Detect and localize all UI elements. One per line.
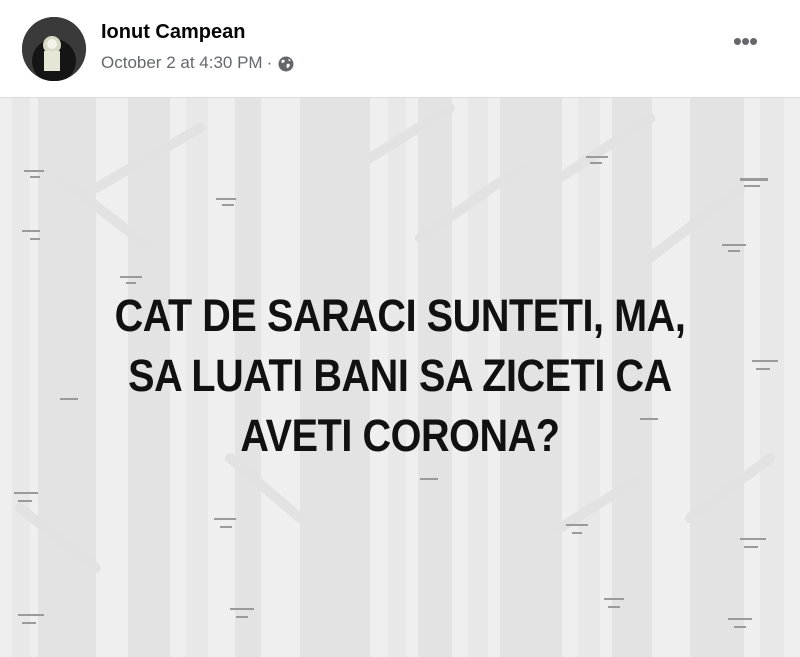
caption-line: AVETI CORONA?: [240, 410, 560, 461]
more-options-button[interactable]: •••: [722, 26, 768, 66]
author-avatar[interactable]: [22, 17, 86, 81]
post-image[interactable]: CAT DE SARACI SUNTETI, MA, SA LUATI BANI…: [0, 98, 800, 657]
caption-line: CAT DE SARACI SUNTETI, MA,: [114, 290, 686, 341]
post-timestamp[interactable]: October 2 at 4:30 PM: [101, 51, 263, 75]
meta-separator: ·: [266, 53, 273, 72]
facebook-post: Ionut Campean October 2 at 4:30 PM · •••: [0, 0, 800, 657]
image-caption: CAT DE SARACI SUNTETI, MA, SA LUATI BANI…: [48, 286, 752, 466]
author-name[interactable]: Ionut Campean: [101, 19, 245, 45]
post-meta: October 2 at 4:30 PM ·: [101, 51, 294, 75]
globe-icon[interactable]: [278, 55, 294, 72]
post-header: Ionut Campean October 2 at 4:30 PM · •••: [0, 0, 800, 98]
more-options-icon: •••: [732, 26, 758, 56]
caption-line: SA LUATI BANI SA ZICETI CA: [128, 350, 672, 401]
